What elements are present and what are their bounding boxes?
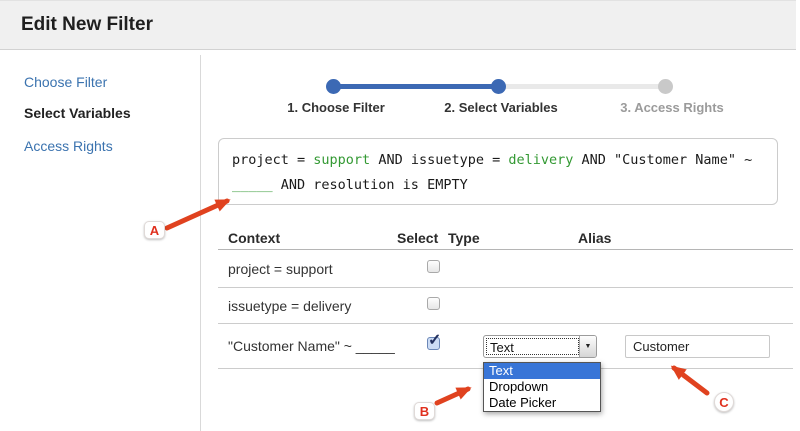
step-dot-select-variables [491,79,506,94]
jql-variable-blank: _____ [232,177,273,193]
sidebar-divider [200,55,201,431]
jql-keyword-support: support [313,152,370,168]
jql-text: project = [232,152,313,168]
sidebar-item-choose-filter[interactable]: Choose Filter [24,74,107,90]
sidebar-item-select-variables[interactable]: Select Variables [24,105,131,121]
jql-text: AND resolution is EMPTY [273,177,468,193]
column-header-type: Type [448,230,578,246]
jql-query-box: project = support AND issuetype = delive… [218,138,778,205]
annotation-arrow-c [674,368,707,393]
step-label-select-variables: 2. Select Variables [431,100,571,115]
context-cell: issuetype = delivery [218,298,397,314]
type-select-value: Text [486,338,579,355]
alias-input[interactable] [625,335,770,358]
select-checkbox[interactable] [427,260,440,273]
annotation-arrow-b [437,389,468,403]
select-checkbox[interactable] [427,337,440,350]
table-row: project = support [218,250,793,288]
sidebar-item-access-rights[interactable]: Access Rights [24,138,113,154]
table-row: "Customer Name" ~ _____ Text ▼ Text Drop… [218,324,793,369]
table-header-row: Context Select Type Alias [218,226,793,250]
variables-table: Context Select Type Alias project = supp… [218,226,793,369]
context-cell: project = support [218,261,397,277]
step-dot-access-rights [658,79,673,94]
jql-text: AND "Customer Name" ~ [573,152,752,168]
annotation-label-a: A [144,221,165,239]
menu-option-date-picker[interactable]: Date Picker [484,395,600,411]
stepper-track-progress [333,84,498,89]
menu-option-dropdown[interactable]: Dropdown [484,379,600,395]
type-select-menu: Text Dropdown Date Picker [483,362,601,412]
step-dot-choose-filter [326,79,341,94]
annotation-arrow-a [167,201,227,228]
menu-option-text[interactable]: Text [484,363,600,379]
column-header-context: Context [218,230,397,246]
select-checkbox[interactable] [427,297,440,310]
jql-keyword-delivery: delivery [508,152,573,168]
table-row: issuetype = delivery [218,288,793,324]
context-cell: "Customer Name" ~ _____ [218,338,397,354]
annotation-label-c: C [714,392,734,412]
step-label-access-rights: 3. Access Rights [602,100,742,115]
column-header-select: Select [397,230,448,246]
column-header-alias: Alias [578,230,793,246]
annotation-label-b: B [414,402,435,420]
dialog-header: Edit New Filter [0,0,796,50]
jql-text: AND issuetype = [370,152,508,168]
step-label-choose-filter: 1. Choose Filter [266,100,406,115]
page-title: Edit New Filter [0,1,796,49]
edit-filter-dialog: Edit New Filter Choose Filter Select Var… [0,0,800,431]
